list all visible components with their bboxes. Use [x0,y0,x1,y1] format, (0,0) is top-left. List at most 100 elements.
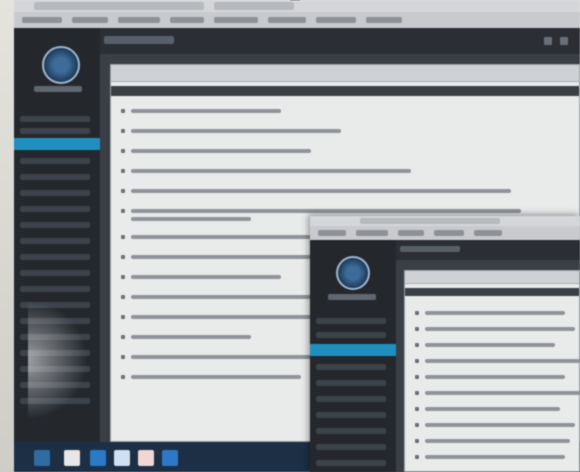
bookmark-item[interactable] [268,17,306,23]
taskbar-app-icon[interactable] [64,450,80,466]
sidebar-brand [328,294,376,300]
sidebar-brand [34,86,82,92]
sidebar-item[interactable] [20,190,90,196]
taskbar-app-icon[interactable] [90,450,106,466]
list-item [425,407,560,411]
taskbar-app-icon[interactable] [114,450,130,466]
sidebar-item[interactable] [316,460,386,466]
taskbar-app-icon[interactable] [138,450,154,466]
panel-header [405,271,579,284]
sidebar-item[interactable] [20,128,90,134]
list-bullet [121,109,125,113]
list-item [131,109,281,113]
main-content [396,260,580,472]
list-bullet [121,169,125,173]
sidebar-item[interactable] [20,286,90,292]
list-bullet [121,255,125,259]
sidebar-item-active[interactable] [310,344,396,356]
list-bullet [415,391,419,395]
sidebar-item[interactable] [20,254,90,260]
browser-tab[interactable] [214,2,294,10]
sidebar-item[interactable] [316,444,386,450]
list-item [425,359,580,363]
sidebar-item[interactable] [20,270,90,276]
taskbar-app-icon[interactable] [162,450,178,466]
bookmark-item[interactable] [474,230,502,236]
sidebar-item[interactable] [20,238,90,244]
sidebar-item[interactable] [316,332,386,338]
list-item [131,129,341,133]
sidebar [310,240,396,472]
sidebar-item[interactable] [316,412,386,418]
panel-subheader [111,86,579,96]
list-item [131,217,251,221]
list-item [425,439,570,443]
list-item [425,311,565,315]
sidebar-item[interactable] [316,428,386,434]
bookmark-item[interactable] [170,17,204,23]
browser-tabs-strip [310,216,580,226]
list-item [425,423,575,427]
list-bullet [121,315,125,319]
list-item [131,149,311,153]
list-item [425,375,565,379]
bookmark-item[interactable] [434,230,464,236]
page-title [400,246,460,252]
sidebar-item[interactable] [20,174,90,180]
bookmarks-bar [310,226,580,240]
sidebar-item[interactable] [316,364,386,370]
sidebar-item[interactable] [316,380,386,386]
bookmark-item[interactable] [366,17,402,23]
list-bullet [415,311,419,315]
sidebar-item-active[interactable] [14,138,100,150]
bookmark-item[interactable] [118,17,160,23]
sidebar-item[interactable] [20,206,90,212]
list-bullet [415,375,419,379]
sidebar-item[interactable] [316,396,386,402]
start-icon[interactable] [34,450,50,466]
overlay-screenshot [310,216,580,472]
list-item [131,335,251,339]
panel-subheader [405,288,579,296]
list-item [425,343,555,347]
list-bullet [121,375,125,379]
list-item [131,169,411,173]
list-bullet [121,355,125,359]
bookmark-item[interactable] [356,230,388,236]
bookmark-item[interactable] [22,17,62,23]
list-bullet [415,455,419,459]
list-bullet [121,209,125,213]
bookmark-item[interactable] [316,17,356,23]
list-bullet [121,275,125,279]
photo-scene [0,0,580,472]
browser-tabs-strip [14,0,580,12]
university-logo [42,46,80,84]
list-item [131,295,331,299]
content-panel [404,270,580,472]
list-bullet [121,129,125,133]
sidebar-item[interactable] [20,116,90,122]
list-bullet [415,343,419,347]
sidebar-item[interactable] [20,158,90,164]
list-item [425,327,575,331]
list-item [425,391,580,395]
bookmark-item[interactable] [318,230,346,236]
list-item [131,189,511,193]
list-item [425,455,565,459]
bookmark-item[interactable] [398,230,424,236]
sidebar-item[interactable] [316,318,386,324]
page-title [104,36,174,44]
list-item [131,375,301,379]
panel-header [111,65,579,82]
bookmark-item[interactable] [214,17,258,23]
sidebar-item[interactable] [20,222,90,228]
window-control-icon[interactable] [560,37,568,45]
bookmark-item[interactable] [72,17,108,23]
browser-tab[interactable] [360,218,500,224]
browser-tab[interactable] [34,2,204,10]
bookmarks-bar [14,12,580,28]
list-item [131,315,321,319]
list-item [131,355,331,359]
window-control-icon[interactable] [544,37,552,45]
list-bullet [415,407,419,411]
